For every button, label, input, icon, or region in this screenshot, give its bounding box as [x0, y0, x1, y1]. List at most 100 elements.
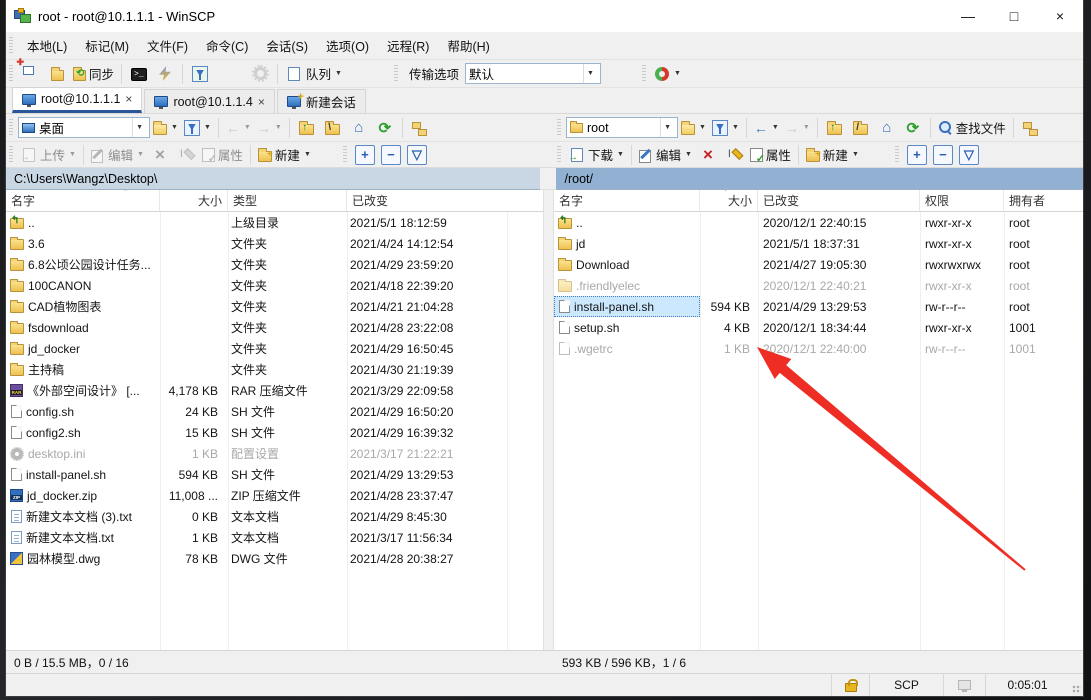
local-forward-button[interactable]: →▼	[254, 116, 285, 140]
file-row[interactable]: 3.6文件夹2021/4/24 14:12:54	[6, 233, 543, 254]
column-header-size[interactable]: 大小	[160, 190, 228, 211]
column-header-type[interactable]: 类型	[228, 190, 347, 211]
tab-new-session[interactable]: 新建会话	[277, 89, 366, 113]
find-files-button[interactable]: 查找文件	[935, 116, 1009, 140]
file-row[interactable]: jd2021/5/1 18:37:31rwxr-xr-xroot	[554, 233, 1083, 254]
remote-refresh-button[interactable]: ⟳	[900, 116, 926, 140]
protocol-status-cell[interactable]: SCP	[869, 674, 943, 696]
remote-tree-button[interactable]	[1018, 116, 1044, 140]
menu-session[interactable]: 会话(S)	[257, 32, 317, 59]
local-new-button[interactable]: +新建▼	[255, 143, 314, 167]
file-row[interactable]: .wgetrc1 KB2020/12/1 22:40:00rw-r--r--10…	[554, 338, 1083, 359]
file-row[interactable]: install-panel.sh594 KBSH 文件2021/4/29 13:…	[6, 464, 543, 485]
upload-button[interactable]: 上传▼	[18, 143, 79, 167]
remote-filter-button[interactable]: ▼	[709, 116, 742, 140]
column-header-owner[interactable]: 拥有者	[1004, 190, 1074, 211]
local-open-directory-button[interactable]: ▼	[150, 116, 181, 140]
remote-delete-button[interactable]: ×	[695, 143, 721, 167]
remote-forward-button[interactable]: →▼	[782, 116, 813, 140]
close-tab-icon[interactable]: ×	[258, 95, 265, 109]
remote-invert-selection-button[interactable]: ▽	[956, 143, 982, 167]
tab-session-2[interactable]: root@10.1.1.4 ×	[144, 89, 274, 113]
file-row[interactable]: ..上级目录2021/5/1 18:12:59	[6, 212, 543, 233]
local-edit-button[interactable]: 编辑▼	[88, 143, 147, 167]
file-row[interactable]: 主持稿文件夹2021/4/30 21:19:39	[6, 359, 543, 380]
local-delete-button[interactable]: ×	[147, 143, 173, 167]
encryption-status-cell[interactable]	[831, 674, 869, 696]
file-row[interactable]: CAD植物图表文件夹2021/4/21 21:04:28	[6, 296, 543, 317]
remote-select-button[interactable]: +	[904, 143, 930, 167]
file-row[interactable]: jd_docker.zip11,008 ...ZIP 压缩文件2021/4/28…	[6, 485, 543, 506]
column-header-rights[interactable]: 权限	[920, 190, 1004, 211]
local-back-button[interactable]: ←▼	[223, 116, 254, 140]
compare-directories-button[interactable]	[18, 62, 44, 86]
remote-new-button[interactable]: +新建▼	[803, 143, 862, 167]
tab-session-1[interactable]: root@10.1.1.1 ×	[12, 87, 142, 113]
local-rename-button[interactable]	[173, 143, 199, 167]
file-row[interactable]: 《外部空间设计》 [...4,178 KBRAR 压缩文件2021/3/29 2…	[6, 380, 543, 401]
column-header-size[interactable]: 大小	[700, 190, 758, 211]
open-console-button[interactable]: >_	[126, 62, 152, 86]
remote-path-bar[interactable]: /root/	[556, 168, 1083, 190]
local-properties-button[interactable]: 属性	[199, 143, 246, 167]
minimize-button[interactable]: —	[945, 0, 991, 32]
remote-edit-button[interactable]: 编辑▼	[636, 143, 695, 167]
file-row[interactable]: 6.8公顷公园设计任务...文件夹2021/4/29 23:59:20	[6, 254, 543, 275]
file-row[interactable]: desktop.ini1 KB配置设置2021/3/17 21:22:21	[6, 443, 543, 464]
local-root-directory-button[interactable]: \	[320, 116, 346, 140]
file-row[interactable]: 园林模型.dwg78 KBDWG 文件2021/4/28 20:38:27	[6, 548, 543, 569]
file-row[interactable]: config.sh24 KBSH 文件2021/4/29 16:50:20	[6, 401, 543, 422]
menu-remote[interactable]: 远程(R)	[378, 32, 438, 59]
column-header-name[interactable]: 名字	[554, 190, 700, 211]
file-row[interactable]: jd_docker文件夹2021/4/29 16:50:45	[6, 338, 543, 359]
menu-file[interactable]: 文件(F)	[138, 32, 197, 59]
local-drive-combobox[interactable]: 桌面 ▼	[18, 117, 150, 138]
remote-parent-directory-button[interactable]: ↑	[822, 116, 848, 140]
file-row[interactable]: ..2020/12/1 22:40:15rwxr-xr-xroot	[554, 212, 1083, 233]
remote-drive-combobox[interactable]: root ▼	[566, 117, 678, 138]
maximize-button[interactable]: □	[991, 0, 1037, 32]
transfer-preset-combobox[interactable]: 默认 ▼	[465, 63, 601, 84]
refresh-session-button[interactable]	[187, 62, 213, 86]
preferences-button[interactable]	[247, 62, 273, 86]
menu-local[interactable]: 本地(L)	[18, 32, 76, 59]
remote-home-directory-button[interactable]: ⌂	[874, 116, 900, 140]
local-unselect-button[interactable]: −	[378, 143, 404, 167]
local-refresh-button[interactable]: ⟳	[372, 116, 398, 140]
column-header-changed[interactable]: 已改变	[758, 190, 920, 211]
local-tree-button[interactable]	[407, 116, 433, 140]
file-row[interactable]: .friendlyelec2020/12/1 22:40:21rwxr-xr-x…	[554, 275, 1083, 296]
transfer-settings-button[interactable]: ▼	[651, 62, 684, 86]
close-button[interactable]: ×	[1037, 0, 1083, 32]
close-tab-icon[interactable]: ×	[125, 92, 132, 106]
remote-root-directory-button[interactable]: /	[848, 116, 874, 140]
file-row[interactable]: 新建文本文档 (3).txt0 KB文本文档2021/4/29 8:45:30	[6, 506, 543, 527]
local-filter-button[interactable]: ▼	[181, 116, 214, 140]
local-select-button[interactable]: +	[352, 143, 378, 167]
download-button[interactable]: 下载▼	[566, 143, 627, 167]
file-row[interactable]: config2.sh15 KBSH 文件2021/4/29 16:39:32	[6, 422, 543, 443]
local-parent-directory-button[interactable]: ↑	[294, 116, 320, 140]
file-row[interactable]: Download2021/4/27 19:05:30rwxrwxrwxroot	[554, 254, 1083, 275]
file-row[interactable]: 新建文本文档.txt1 KB文本文档2021/3/17 11:56:34	[6, 527, 543, 548]
remote-rename-button[interactable]	[721, 143, 747, 167]
menu-mark[interactable]: 标记(M)	[76, 32, 138, 59]
synchronize-button[interactable]: ⟲同步	[70, 62, 117, 86]
local-path-bar[interactable]: C:\Users\Wangz\Desktop\	[6, 168, 540, 190]
remote-properties-button[interactable]: 属性	[747, 143, 794, 167]
run-command-button[interactable]	[152, 62, 178, 86]
resize-grip[interactable]	[1069, 674, 1083, 696]
local-home-directory-button[interactable]: ⌂	[346, 116, 372, 140]
column-header-changed[interactable]: 已改变	[347, 190, 507, 211]
file-row[interactable]: install-panel.sh594 KB2021/4/29 13:29:53…	[554, 296, 1083, 317]
queue-button[interactable]: 队列▼	[282, 62, 345, 86]
file-row[interactable]: setup.sh4 KB2020/12/1 18:34:44rwxr-xr-x1…	[554, 317, 1083, 338]
remote-back-button[interactable]: ←▼	[751, 116, 782, 140]
panel-splitter[interactable]	[543, 190, 554, 650]
synchronize-browsing-button[interactable]	[44, 62, 70, 86]
file-row[interactable]: fsdownload文件夹2021/4/28 23:22:08	[6, 317, 543, 338]
menu-help[interactable]: 帮助(H)	[438, 32, 498, 59]
remote-unselect-button[interactable]: −	[930, 143, 956, 167]
file-row[interactable]: 100CANON文件夹2021/4/18 22:39:20	[6, 275, 543, 296]
menu-command[interactable]: 命令(C)	[197, 32, 257, 59]
